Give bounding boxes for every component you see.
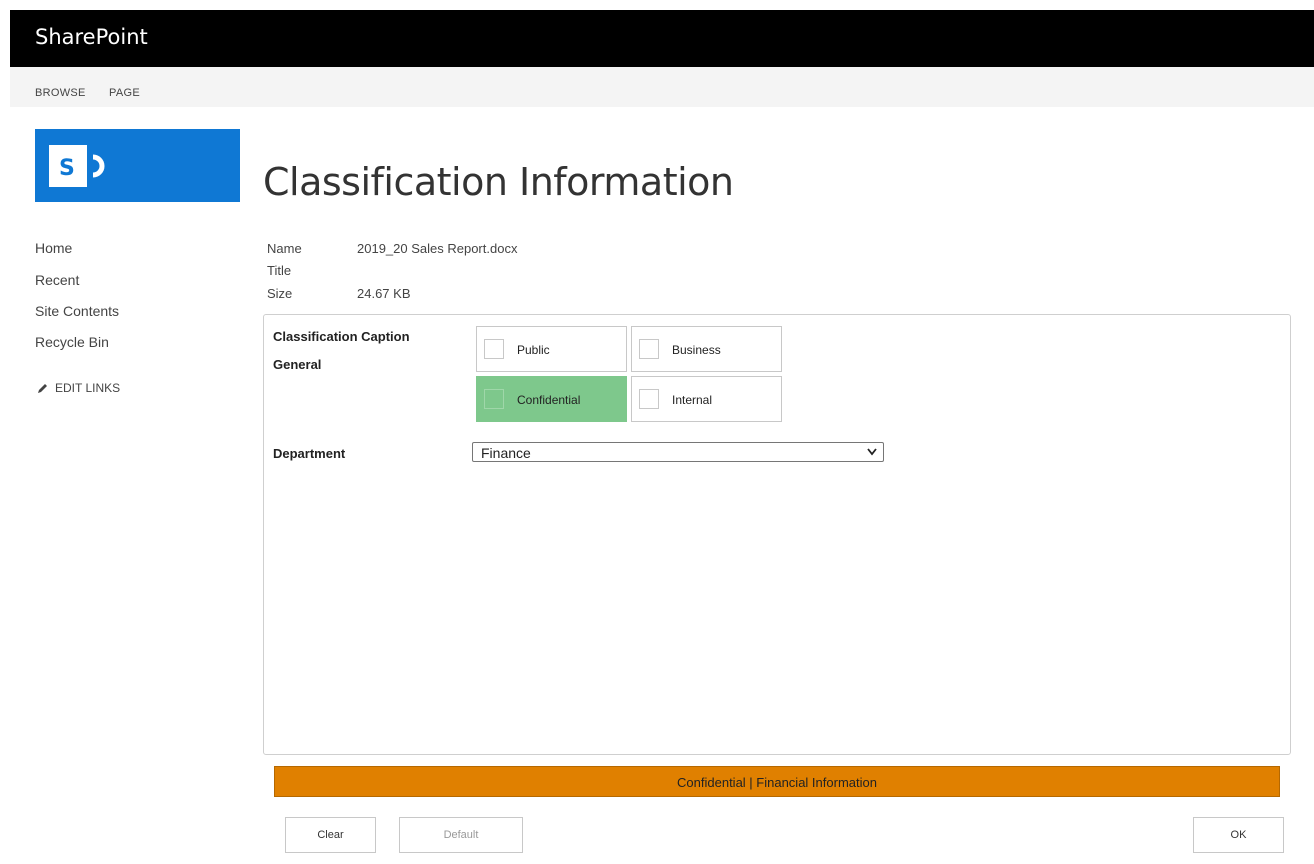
option-confidential[interactable]: Confidential — [476, 376, 627, 422]
classification-banner-text: Confidential | Financial Information — [677, 775, 877, 790]
tab-browse[interactable]: BROWSE — [35, 87, 86, 99]
classification-caption-value: General — [273, 357, 322, 372]
size-value: 24.67 KB — [357, 286, 411, 301]
edit-links-label: EDIT LINKS — [55, 381, 121, 395]
ribbon: BROWSE PAGE — [10, 67, 1314, 107]
option-business[interactable]: Business — [631, 326, 782, 372]
nav-item-site-contents[interactable]: Site Contents — [35, 303, 119, 319]
option-label: Internal — [672, 393, 713, 407]
site-logo[interactable]: S — [35, 129, 240, 202]
svg-text:S: S — [59, 156, 75, 181]
page-title: Classification Information — [263, 160, 734, 204]
nav-item-home[interactable]: Home — [35, 240, 72, 256]
option-label: Business — [672, 343, 721, 357]
size-label: Size — [267, 286, 293, 301]
option-label: Public — [517, 343, 550, 357]
name-value: 2019_20 Sales Report.docx — [357, 241, 518, 256]
default-button[interactable]: Default — [399, 817, 523, 853]
classification-caption-label: Classification Caption — [273, 329, 410, 344]
chevron-down-icon — [867, 448, 877, 456]
confidential-checkbox[interactable] — [484, 389, 504, 409]
department-select[interactable]: Finance — [472, 442, 884, 462]
option-internal[interactable]: Internal — [631, 376, 782, 422]
suite-bar: SharePoint — [10, 10, 1314, 67]
option-label: Confidential — [517, 393, 581, 407]
business-checkbox[interactable] — [639, 339, 659, 359]
sharepoint-logo-icon: S — [49, 145, 105, 187]
title-label: Title — [267, 263, 292, 278]
ok-button[interactable]: OK — [1193, 817, 1284, 853]
public-checkbox[interactable] — [484, 339, 504, 359]
nav-item-recycle-bin[interactable]: Recycle Bin — [35, 334, 109, 350]
option-public[interactable]: Public — [476, 326, 627, 372]
pencil-icon — [38, 384, 47, 393]
edit-links-button[interactable]: EDIT LINKS — [37, 381, 120, 395]
app-brand[interactable]: SharePoint — [35, 25, 148, 49]
department-label: Department — [273, 446, 346, 461]
department-value: Finance — [481, 445, 531, 461]
tab-page[interactable]: PAGE — [109, 87, 140, 99]
name-label: Name — [267, 241, 302, 256]
clear-button[interactable]: Clear — [285, 817, 376, 853]
internal-checkbox[interactable] — [639, 389, 659, 409]
classification-banner: Confidential | Financial Information — [274, 766, 1280, 797]
nav-item-recent[interactable]: Recent — [35, 272, 79, 288]
